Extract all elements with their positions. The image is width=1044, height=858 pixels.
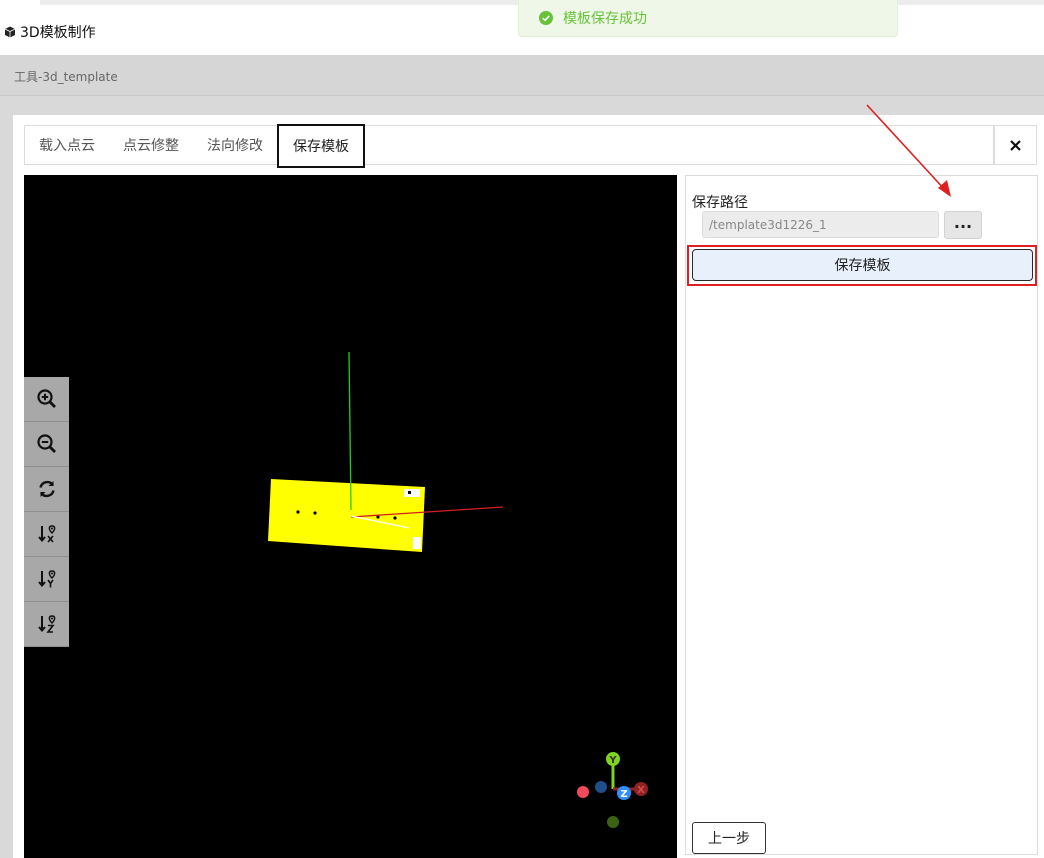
tab-label: 点云修整 [123, 138, 179, 154]
zoom-in-icon [36, 389, 56, 408]
check-circle-icon [539, 11, 553, 25]
zoom-out-button[interactable] [24, 422, 69, 467]
view-along-z-icon [37, 615, 55, 633]
save-path-label: 保存路径 [692, 195, 748, 211]
cube-icon [4, 26, 16, 38]
page: 3D模板制作 模板保存成功 工具-3d_template 载入点云 点云修整 法… [0, 0, 1044, 858]
reset-view-icon [38, 480, 55, 498]
breadcrumb-bar: 工具-3d_template [0, 55, 1044, 96]
toast-message: 模板保存成功 [563, 11, 647, 27]
axis-gizmo: Y X Z [577, 752, 648, 828]
tab-label: 载入点云 [39, 138, 95, 154]
tab-label: 法向修改 [207, 138, 263, 154]
close-icon [1010, 139, 1021, 151]
success-toast: 模板保存成功 [518, 0, 898, 37]
app-title: 3D模板制作 [4, 22, 96, 42]
save-template-button[interactable]: 保存模板 [692, 249, 1033, 281]
app-title-text: 3D模板制作 [20, 25, 96, 41]
gizmo-y-label: Y [608, 755, 617, 766]
tab-save-template[interactable]: 保存模板 [277, 124, 365, 168]
tab-label: 保存模板 [293, 139, 349, 155]
pointcloud [268, 479, 425, 552]
tab-normal-edit[interactable]: 法向修改 [193, 126, 277, 164]
tab-trim-pointcloud[interactable]: 点云修整 [109, 126, 193, 164]
view-x-button[interactable] [24, 512, 69, 557]
step-tabs: 载入点云 点云修整 法向修改 保存模板 [24, 124, 994, 168]
gizmo-z-label: Z [620, 789, 627, 800]
pointcloud-scene: Y X Z [268, 351, 648, 828]
view-along-x-icon [37, 525, 55, 543]
save-path-input[interactable] [702, 211, 939, 238]
save-settings-pane: 保存路径 ... 保存模板 上一步 [685, 175, 1038, 855]
gizmo-x-label: X [637, 785, 645, 796]
reset-view-button[interactable] [24, 467, 69, 512]
view-along-y-icon [37, 570, 55, 588]
tab-load-pointcloud[interactable]: 载入点云 [25, 126, 109, 164]
zoom-in-button[interactable] [24, 377, 69, 422]
view-y-button[interactable] [24, 557, 69, 602]
viewer-toolbar [24, 377, 69, 647]
3d-viewer[interactable]: Y X Z [24, 175, 677, 858]
previous-step-button[interactable]: 上一步 [692, 822, 766, 854]
view-z-button[interactable] [24, 602, 69, 647]
browse-button[interactable]: ... [944, 211, 982, 239]
template-dialog: 载入点云 点云修整 法向修改 保存模板 Y X Z 保存路径 /template… [13, 115, 1044, 858]
zoom-out-icon [36, 434, 56, 453]
breadcrumb: 工具-3d_template [14, 70, 118, 84]
close-button[interactable] [994, 125, 1037, 165]
